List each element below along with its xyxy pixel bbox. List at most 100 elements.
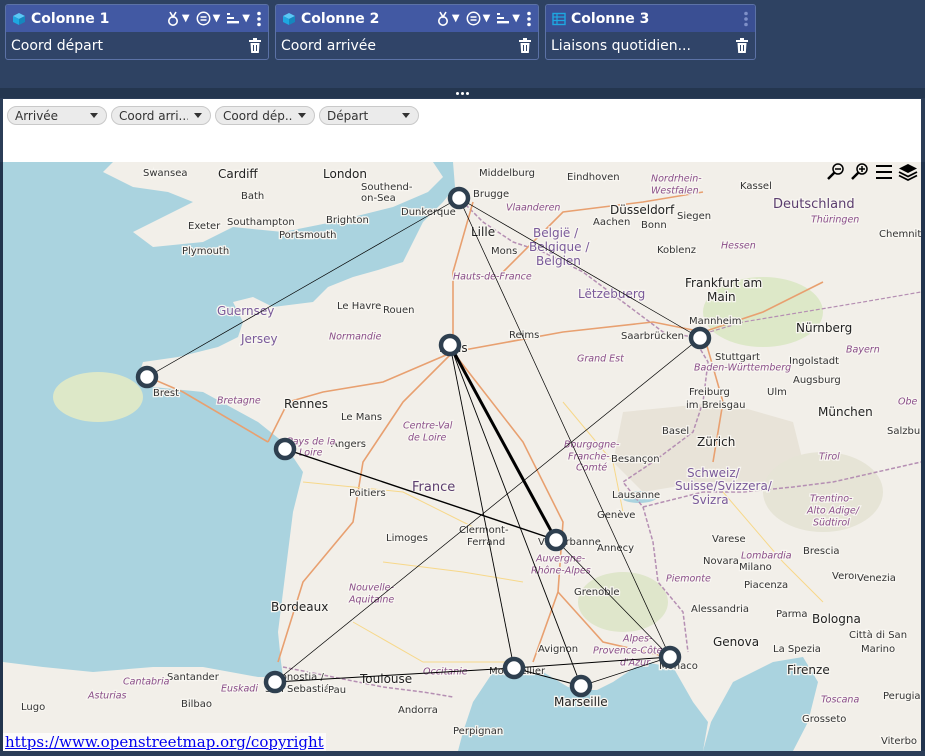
place-label-schweiz1: Schweiz/ [687,466,741,480]
filter-dropdown-coord-arrivee[interactable]: Coord arri... [111,106,211,125]
place-label-dusseldorf: Düsseldorf [610,203,675,217]
map-toolbar [825,162,919,182]
column-card-1[interactable]: Colonne 1 ▼ ▼ ▼ Coord départ [5,4,269,60]
column-1-header[interactable]: Colonne 1 ▼ ▼ ▼ [6,5,268,32]
filter-circle-icon [196,11,211,26]
layers-button[interactable] [897,162,919,182]
place-label-nordrhein: Nordrhein- [651,174,702,185]
column-card-3[interactable]: Colonne 3 Liaisons quotidien... [545,4,756,60]
right-edge [921,162,925,751]
place-label-rouen: Rouen [383,305,414,316]
place-label-salzburg: Salzbu [887,426,920,437]
filter-dropdown-depart[interactable]: Départ [319,106,419,125]
place-label-milano: Milano [739,562,772,573]
place-label-southampton: Southampton [227,217,295,228]
place-label-brescia: Brescia [803,546,840,557]
dot-icon [466,91,469,95]
route-node-marker[interactable]: Bayonne [263,670,287,694]
column-field-name: Liaisons quotidien... [551,37,691,54]
place-label-bonn: Bonn [641,220,667,231]
route-node-marker[interactable]: Nice [658,645,682,669]
column-card-2[interactable]: Colonne 2 ▼ ▼ ▼ Coord arrivée [275,4,539,60]
place-label-lemans: Le Mans [341,412,382,423]
place-label-laspezia: La Spezia [773,644,821,655]
sort-menu[interactable]: ▼ [226,12,250,26]
place-label-bilbao: Bilbao [181,699,212,710]
trash-icon[interactable] [518,37,532,54]
cube-icon [283,12,295,25]
route-node-marker[interactable]: Montpellier [502,656,526,680]
filter-label: Départ [327,108,369,123]
place-label-saarbrucken: Saarbrücken [621,331,684,342]
more-options-button[interactable] [526,11,532,27]
place-label-marino: Marino [861,644,895,655]
place-label-thuringen: Thüringen [811,215,859,226]
place-label-novara: Novara [703,556,739,567]
cube-icon [13,12,25,25]
sort-menu[interactable]: ▼ [496,12,520,26]
legend-button[interactable] [873,162,895,182]
place-label-andorra: Andorra [398,705,438,716]
route-node-marker[interactable]: Lyon [544,528,568,552]
filter-menu[interactable]: ▼ [196,11,221,26]
place-label-chemnitz: Chemnitz [879,229,921,240]
route-node-marker[interactable]: Strasbourg/Karlsruhe [688,326,712,350]
aggregation-menu[interactable]: ▼ [436,11,460,27]
column-2-header[interactable]: Colonne 2 ▼ ▼ ▼ [276,5,538,32]
chevron-down-icon: ▼ [212,13,221,24]
kebab-menu-icon [527,11,531,26]
place-label-france: France [412,480,455,495]
column-title: Colonne 1 [31,10,110,27]
filter-dropdown-arrivee[interactable]: Arrivée [7,106,107,125]
more-options-button[interactable] [743,11,749,27]
place-label-rennes: Rennes [284,397,328,411]
place-label-bologna: Bologna [812,612,861,626]
place-label-lugo: Lugo [21,702,45,713]
place-label-schweiz2: Suisse/Svizzera/ [675,479,773,493]
route-node-marker[interactable]: Marseille [569,674,593,698]
zoom-out-button[interactable] [825,162,847,182]
place-label-cittadisan: Città di San [849,629,907,641]
place-label-loire: Loire [299,448,323,459]
filter-menu[interactable]: ▼ [466,11,490,26]
place-label-hessen: Hessen [721,241,756,252]
column-field-name: Coord arrivée [281,37,376,54]
place-label-santander: Santander [167,672,220,683]
caret-down-icon [90,113,98,118]
route-node-marker[interactable]: Nantes [273,437,297,461]
place-label-plymouth: Plymouth [182,246,229,257]
more-options-button[interactable] [256,11,262,27]
place-label-bayern: Bayern [846,345,880,356]
place-label-grosseto: Grosseto [802,714,846,725]
filter-label: Arrivée [15,108,59,123]
place-label-piacenza: Piacenza [744,580,788,591]
filter-label: Coord arri... [119,108,188,123]
route-node-marker[interactable]: Brest [135,365,159,389]
place-label-portsmouth: Portsmouth [279,230,337,241]
chevron-down-icon: ▼ [451,13,460,24]
place-label-trentino: Trentino- [810,494,853,505]
map-view[interactable]: Swansea Cardiff London Southend-on-Sea Bath E… [3,162,921,751]
resize-handle[interactable] [0,88,925,98]
place-label-genova: Genova [713,635,759,649]
column-3-header[interactable]: Colonne 3 [546,5,755,32]
place-label-munchen: München [818,405,873,419]
trash-icon[interactable] [248,37,262,54]
place-label-asturias: Asturias [87,691,127,702]
table-icon [552,12,566,25]
aggregation-menu[interactable]: ▼ [166,11,190,27]
place-label-normandie: Normandie [329,332,382,343]
place-label-kassel: Kassel [740,181,772,192]
place-label-southend2: on-Sea [361,193,396,204]
place-label-tirol: Tirol [819,452,840,463]
place-label-grenoble: Grenoble [574,587,620,598]
place-label-alessandria: Alessandria [691,604,749,615]
filter-dropdown-coord-depart[interactable]: Coord dép... [215,106,315,125]
place-label-comte: Comté [576,463,607,474]
map-copyright-link[interactable]: https://www.openstreetmap.org/copyright [3,733,326,751]
route-node-marker[interactable]: Dunkerque [447,186,471,210]
route-node-marker[interactable]: Paris [438,333,462,357]
trash-icon[interactable] [735,37,749,54]
zoom-in-button[interactable] [849,162,871,182]
place-label-siegen: Siegen [677,211,711,222]
